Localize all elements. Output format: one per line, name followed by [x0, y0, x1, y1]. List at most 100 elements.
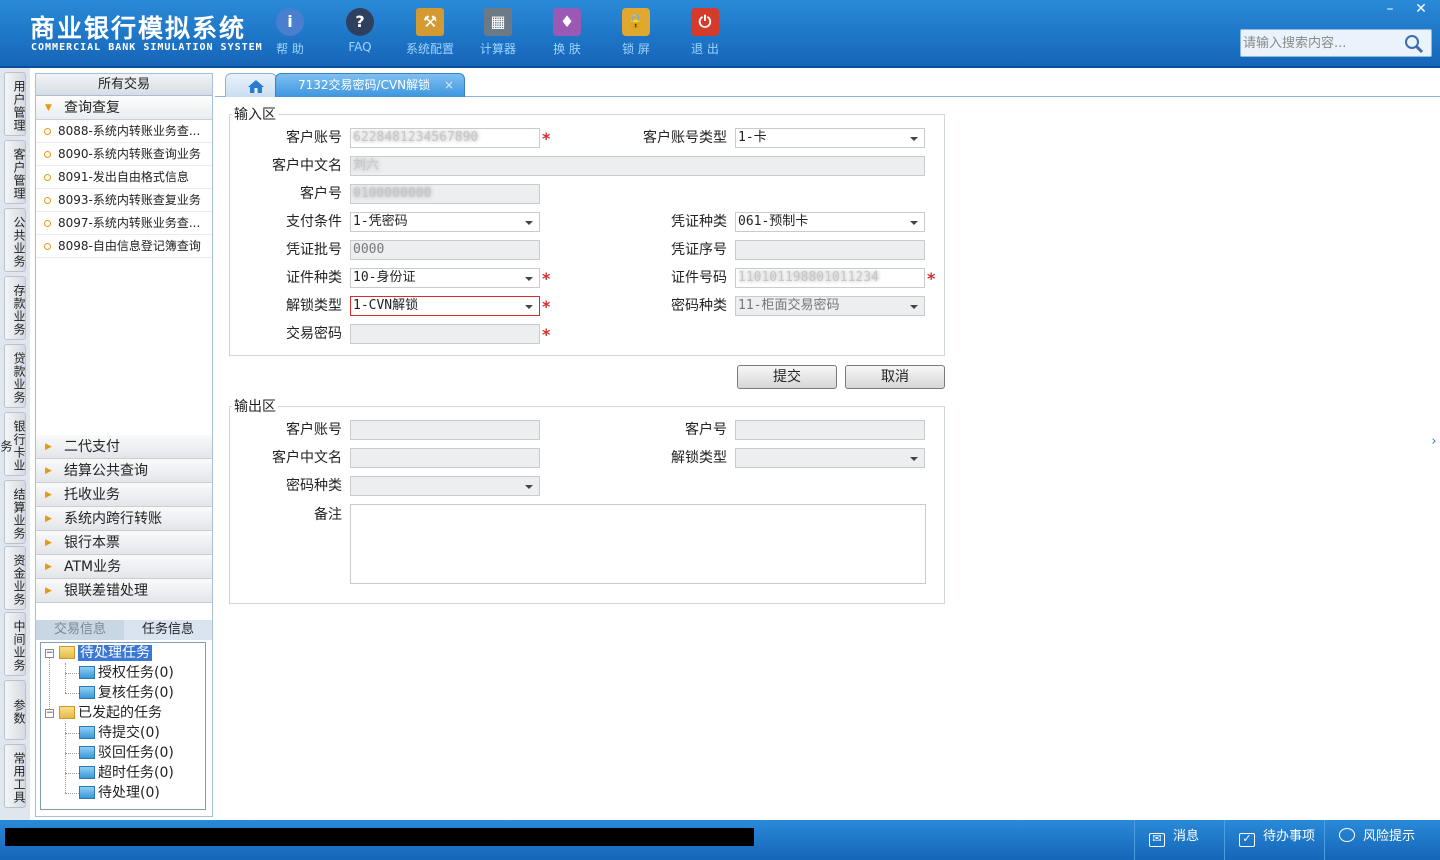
- tab-trade-info[interactable]: 交易信息: [36, 620, 124, 640]
- task-icon: [79, 766, 95, 779]
- vtab-public-business[interactable]: 公共业务: [4, 208, 26, 272]
- remark-label: 备注: [314, 507, 342, 523]
- remark-textarea[interactable]: [350, 504, 926, 584]
- id-type-select[interactable]: 10-身份证: [350, 268, 540, 288]
- collapse-icon[interactable]: −: [45, 709, 54, 718]
- out-account-field[interactable]: [350, 420, 540, 440]
- vtab-funds[interactable]: 资金业务: [4, 546, 26, 610]
- search-icon[interactable]: [1403, 33, 1425, 55]
- menu-group-unionpay-error[interactable]: ▶ 银联差错处理: [36, 579, 212, 603]
- menu-group-query[interactable]: ▼ 查询查复: [36, 96, 212, 120]
- risk-button[interactable]: 风险提示: [1324, 820, 1440, 860]
- out-unlock-type-select[interactable]: [735, 448, 925, 468]
- trade-pwd-field[interactable]: [350, 324, 540, 344]
- minimize-button[interactable]: –: [1375, 0, 1405, 20]
- menu-group-interbank-transfer[interactable]: ▶ 系统内跨行转账: [36, 507, 212, 531]
- system-config-button[interactable]: ⚒ 系统配置: [398, 8, 462, 58]
- account-label: 客户账号: [286, 130, 342, 146]
- vtab-deposit[interactable]: 存款业务: [4, 276, 26, 340]
- vtab-settlement[interactable]: 结算业务: [4, 480, 26, 544]
- vtab-loan[interactable]: 贷款业务: [4, 344, 26, 408]
- help-button[interactable]: i 帮 助: [258, 8, 322, 58]
- close-window-button[interactable]: ✕: [1406, 0, 1436, 20]
- vtab-common-tools[interactable]: 常用工具: [4, 744, 26, 808]
- vtab-bank-card[interactable]: 银行卡业务: [0, 412, 26, 476]
- skin-button[interactable]: ♦ 换 肤: [535, 8, 599, 58]
- calculator-button[interactable]: ▦ 计算器: [466, 8, 530, 58]
- voucher-batch-field[interactable]: 0000: [350, 240, 540, 260]
- menu-header[interactable]: 所有交易: [36, 74, 212, 96]
- voucher-type-select[interactable]: 061-预制卡: [735, 212, 925, 232]
- menu-item-8093[interactable]: 8093-系统内转账查复业务: [36, 189, 212, 212]
- menu-item-8091[interactable]: 8091-发出自由格式信息: [36, 166, 212, 189]
- expand-panel-handle[interactable]: ›: [1428, 418, 1440, 466]
- vtab-intermediary[interactable]: 中间业务: [4, 612, 26, 676]
- chevron-right-icon: ▶: [45, 490, 52, 500]
- cn-name-field[interactable]: 刘六: [350, 156, 925, 176]
- pwd-type-label: 密码种类: [671, 298, 727, 314]
- tree-node-review[interactable]: 复核任务(0): [79, 683, 174, 703]
- out-customer-no-field[interactable]: [735, 420, 925, 440]
- collapse-icon[interactable]: −: [45, 649, 54, 658]
- tree-node-label: 复核任务(0): [98, 685, 174, 701]
- close-tab-icon[interactable]: ×: [444, 74, 454, 96]
- menu-group-label: ATM业务: [64, 559, 122, 575]
- chevron-down-icon: ▼: [45, 103, 52, 113]
- tree-node-pending[interactable]: 待处理任务: [59, 643, 152, 663]
- required-mark: *: [542, 269, 551, 288]
- menu-item-8090[interactable]: 8090-系统内转账查询业务: [36, 143, 212, 166]
- calculator-label: 计算器: [479, 42, 516, 56]
- out-cn-name-label: 客户中文名: [272, 450, 342, 466]
- tree-connector: [65, 733, 79, 734]
- chevron-right-icon: ▶: [45, 514, 52, 524]
- faq-button[interactable]: ? FAQ: [328, 8, 392, 58]
- id-no-field[interactable]: 110101198801011234: [735, 268, 925, 288]
- tree-node-rejected[interactable]: 驳回任务(0): [79, 743, 174, 763]
- output-section-legend: 输出区: [234, 399, 276, 415]
- menu-item-8088[interactable]: 8088-系统内转账业务查...: [36, 120, 212, 143]
- menu-group-label: 结算公共查询: [64, 463, 148, 479]
- menu-group-second-gen-payment[interactable]: ▶ 二代支付: [36, 435, 212, 459]
- message-button[interactable]: ✉ 消息: [1134, 820, 1224, 860]
- status-message-area: [5, 828, 754, 846]
- customer-no-field[interactable]: 0100000000: [350, 184, 540, 204]
- tree-node-label: 超时任务(0): [98, 765, 174, 781]
- tab-home[interactable]: [225, 73, 277, 97]
- menu-group-label: 二代支付: [64, 439, 120, 455]
- vtab-user-management[interactable]: 用户管理: [4, 72, 26, 136]
- search-input[interactable]: [1243, 32, 1403, 54]
- tree-node-auth[interactable]: 授权任务(0): [79, 663, 174, 683]
- customer-no-label: 客户号: [300, 186, 342, 202]
- voucher-seq-field[interactable]: [735, 240, 925, 260]
- submit-button[interactable]: 提交: [737, 365, 837, 389]
- out-cn-name-field[interactable]: [350, 448, 540, 468]
- tree-node-timeout[interactable]: 超时任务(0): [79, 763, 174, 783]
- tree-node-to-process[interactable]: 待处理(0): [79, 783, 160, 803]
- exit-button[interactable]: ⏻ 退 出: [673, 8, 737, 58]
- pay-condition-select[interactable]: 1-凭密码: [350, 212, 540, 232]
- pwd-type-select[interactable]: 11-柜面交易密码: [735, 296, 925, 316]
- menu-group-atm[interactable]: ▶ ATM业务: [36, 555, 212, 579]
- menu-item-8097[interactable]: 8097-系统内转账业务查...: [36, 212, 212, 235]
- tab-7132-unlock[interactable]: 7132交易密码/CVN解锁 ×: [275, 73, 465, 97]
- menu-group-settlement-query[interactable]: ▶ 结算公共查询: [36, 459, 212, 483]
- menu-group-collection[interactable]: ▶ 托收业务: [36, 483, 212, 507]
- todo-button[interactable]: ✓ 待办事项: [1224, 820, 1324, 860]
- tree-node-initiated[interactable]: 已发起的任务: [59, 703, 162, 723]
- cancel-button[interactable]: 取消: [845, 365, 945, 389]
- vtab-customer-management[interactable]: 客户管理: [4, 140, 26, 204]
- account-type-select[interactable]: 1-卡: [735, 128, 925, 148]
- lock-screen-button[interactable]: 🔒 锁 屏: [604, 8, 668, 58]
- unlock-type-select[interactable]: 1-CVN解锁: [350, 296, 540, 316]
- chat-icon: [1339, 828, 1355, 842]
- skin-icon: ♦: [553, 8, 581, 36]
- tab-task-info[interactable]: 任务信息: [124, 620, 212, 640]
- tree-node-to-submit[interactable]: 待提交(0): [79, 723, 160, 743]
- menu-item-8098[interactable]: 8098-自由信息登记簿查询: [36, 235, 212, 258]
- info-tabs: 交易信息 任务信息: [36, 620, 212, 640]
- voucher-type-label: 凭证种类: [671, 214, 727, 230]
- vtab-parameters[interactable]: 参数: [4, 680, 26, 740]
- menu-group-bank-draft[interactable]: ▶ 银行本票: [36, 531, 212, 555]
- account-field[interactable]: 6228481234567890: [350, 128, 540, 148]
- out-pwd-type-select[interactable]: [350, 476, 540, 496]
